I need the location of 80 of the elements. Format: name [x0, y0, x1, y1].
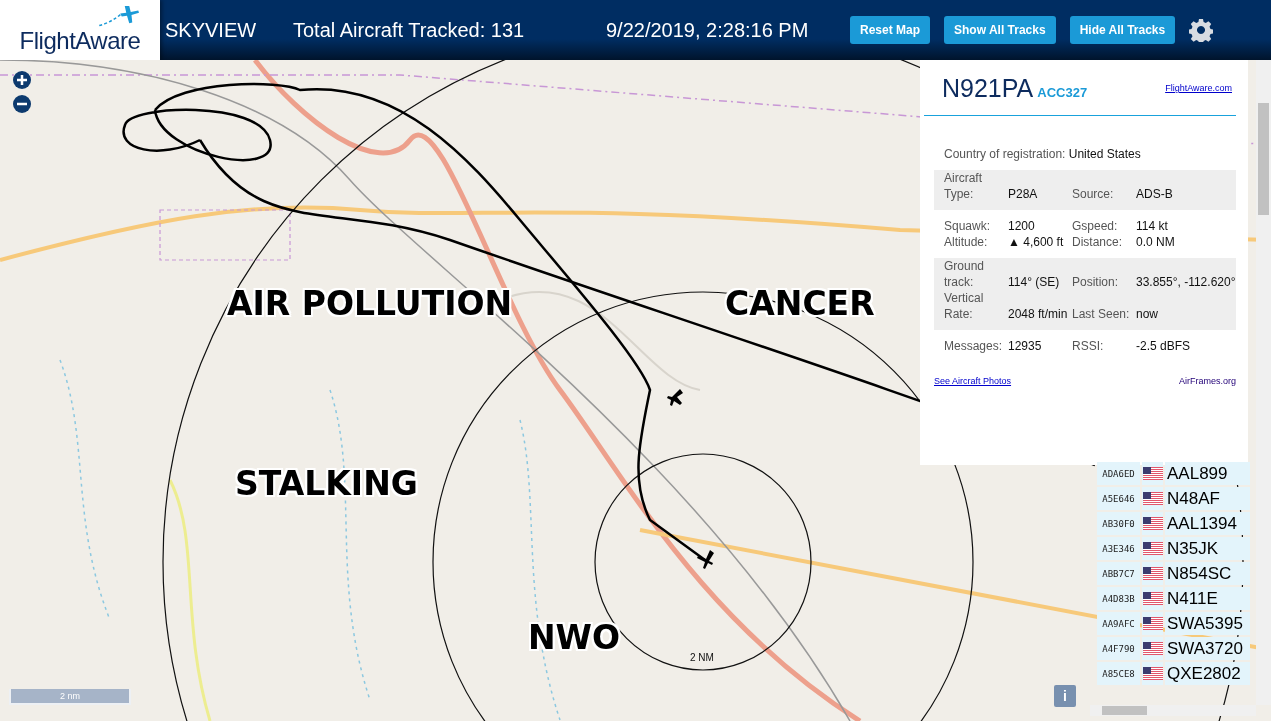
info-label: Last Seen: [1072, 306, 1131, 322]
flag-icon [1142, 567, 1163, 580]
aircraft-icon [667, 389, 683, 406]
info-label: Messages: [944, 338, 1004, 354]
callsign-cell: QXE2802 [1165, 662, 1250, 685]
callsign: ACC327 [1037, 85, 1088, 100]
horizontal-scrollbar[interactable] [1090, 705, 1256, 716]
info-value: P28A [1008, 186, 1039, 202]
callsign-cell: SWA5395 [1165, 612, 1250, 635]
date-time: 9/22/2019, 2:28:16 PM [606, 18, 810, 42]
aircraft-count: Total Aircraft Tracked: 131 [293, 18, 526, 42]
callsign-cell: AAL899 [1165, 462, 1250, 485]
info-label: Ground track: [944, 258, 986, 290]
map-label: NWO [528, 618, 621, 657]
map-label: STALKING [235, 464, 418, 503]
hex-cell: A3E346 [1097, 537, 1140, 560]
toolbar-button[interactable]: Reset Map [850, 16, 931, 44]
info-value: -2.5 dBFS [1136, 338, 1192, 354]
info-label: Altitude: [944, 234, 989, 250]
zoom-in-icon[interactable] [12, 70, 32, 90]
info-value: now [1136, 306, 1159, 322]
hex-cell: A4D83B [1097, 587, 1140, 610]
info-label: Gspeed: [1072, 218, 1119, 234]
callsign-cell: N854SC [1165, 562, 1250, 585]
toolbar-button[interactable]: Show All Tracks [944, 16, 1056, 44]
hex-cell: AA9AFC [1097, 612, 1140, 635]
callsign-cell: N35JK [1165, 537, 1250, 560]
info-label: RSSI: [1072, 338, 1105, 354]
brand-name: FlightAware [19, 29, 141, 53]
flag-icon [1142, 617, 1163, 630]
callsign-cell: SWA3720 [1165, 637, 1250, 660]
info-value: ▲ 4,600 ft [1008, 234, 1065, 250]
flag-icon [1142, 642, 1163, 655]
registration: N921PA [942, 74, 1034, 102]
vertical-scrollbar[interactable] [1256, 60, 1271, 705]
aircraft-icon [697, 550, 714, 569]
flag-icon [1142, 467, 1163, 480]
callsign-cell: AAL1394 [1165, 512, 1250, 535]
flightaware-link[interactable]: FlightAware.com [1165, 83, 1232, 93]
toolbar-button[interactable]: Hide All Tracks [1069, 16, 1176, 44]
hex-cell: A85CE8 [1097, 662, 1140, 685]
hex-cell: ADA6ED [1097, 462, 1140, 485]
flag-icon [1142, 667, 1163, 680]
info-label: Position: [1072, 274, 1120, 290]
scroll-thumb[interactable] [1258, 103, 1269, 215]
ring-label: 2 NM [690, 652, 714, 663]
info-value: 0.0 NM [1136, 234, 1176, 250]
flag-icon [1142, 492, 1163, 505]
hex-cell: A4F790 [1097, 637, 1140, 660]
info-label: Aircraft Type: [944, 170, 983, 202]
photos-link[interactable]: See Aircraft Photos [934, 376, 1012, 386]
scroll-thumb[interactable] [1102, 706, 1147, 715]
info-label: Distance: [1072, 234, 1124, 250]
flag-icon [1142, 517, 1163, 530]
info-value: 12935 [1008, 338, 1043, 354]
callsign-cell: N48AF [1165, 487, 1250, 510]
zoom-out-icon[interactable] [12, 94, 32, 114]
info-button[interactable]: i [1054, 685, 1076, 707]
settings-icon[interactable] [1189, 18, 1214, 42]
info-value: 2048 ft/min [1008, 306, 1069, 322]
hex-cell: ABB7C7 [1097, 562, 1140, 585]
app-name: SKYVIEW [165, 18, 258, 42]
flag-icon [1142, 592, 1163, 605]
flag-icon [1142, 542, 1163, 555]
hex-cell: A5E646 [1097, 487, 1140, 510]
callsign-cell: N411E [1165, 587, 1250, 610]
info-value: ADS-B [1136, 186, 1174, 202]
info-value: 114° (SE) [1008, 274, 1061, 290]
airframes-link[interactable]: AirFrames.org [1179, 376, 1236, 386]
info-value: 114 kt [1136, 218, 1169, 234]
info-label: Squawk: [944, 218, 992, 234]
info-label: Vertical Rate: [944, 290, 985, 322]
info-value: 1200 [1008, 218, 1036, 234]
info-text: Country of registration: United States [944, 146, 1142, 162]
scale-bar: 2 nm [9, 689, 131, 705]
info-value: 33.855°, -112.620° [1136, 274, 1236, 290]
info-label: Source: [1072, 186, 1115, 202]
hex-cell: AB30F0 [1097, 512, 1140, 535]
airplane-icon [96, 3, 140, 27]
map-label: AIR POLLUTION [227, 284, 513, 323]
